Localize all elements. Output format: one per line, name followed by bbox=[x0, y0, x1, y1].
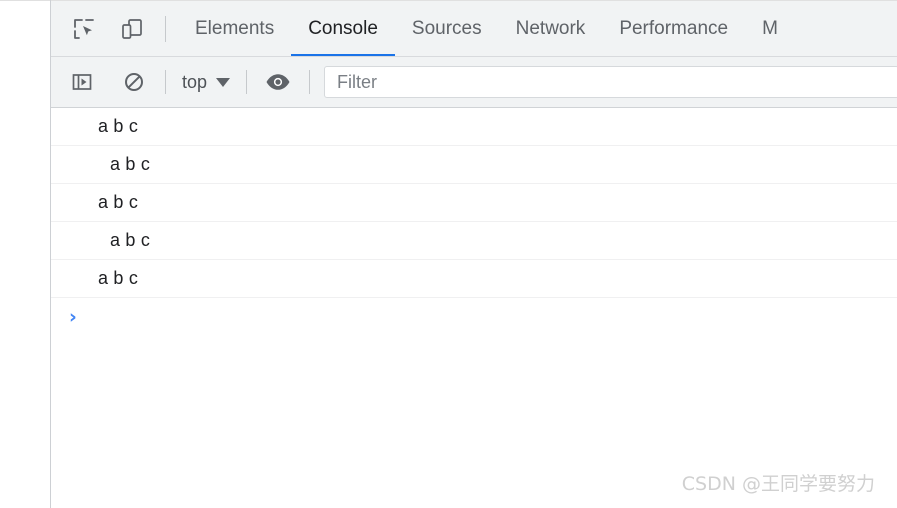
console-message-row[interactable]: a b c bbox=[51, 222, 897, 260]
devtools-panel: Elements Console Sources Network Perform… bbox=[50, 0, 897, 508]
console-message-text: a b c bbox=[110, 154, 151, 174]
console-message-list: a b c a b c a b c a b c a b c › CSDN @王同… bbox=[51, 108, 897, 508]
console-message-text: a b c bbox=[110, 230, 151, 250]
tabbar-divider bbox=[165, 15, 166, 42]
console-message-row[interactable]: a b c bbox=[51, 108, 897, 146]
tab-network[interactable]: Network bbox=[499, 1, 603, 56]
console-prompt[interactable]: › bbox=[51, 298, 897, 336]
tab-sources[interactable]: Sources bbox=[395, 1, 499, 56]
console-message-row[interactable]: a b c bbox=[51, 184, 897, 222]
console-toolbar-divider-3 bbox=[309, 70, 311, 94]
console-toolbar: top Filter bbox=[51, 56, 897, 108]
eye-icon[interactable] bbox=[261, 65, 295, 99]
console-message-row[interactable]: a b c bbox=[51, 146, 897, 184]
watermark: CSDN @王同学要努力 bbox=[681, 473, 875, 495]
console-toolbar-divider-1 bbox=[165, 70, 166, 94]
console-message-row[interactable]: a b c bbox=[51, 260, 897, 298]
execution-context-selector[interactable]: top bbox=[180, 72, 232, 93]
inspect-element-icon[interactable] bbox=[65, 10, 103, 48]
chevron-down-icon bbox=[216, 77, 231, 87]
tab-console[interactable]: Console bbox=[291, 1, 395, 56]
tab-elements[interactable]: Elements bbox=[178, 1, 291, 56]
prompt-chevron-icon: › bbox=[69, 305, 77, 328]
filter-input[interactable]: Filter bbox=[324, 66, 897, 98]
console-toolbar-divider-2 bbox=[246, 70, 248, 94]
devtools-tabbar: Elements Console Sources Network Perform… bbox=[51, 0, 897, 56]
console-message-text: a b c bbox=[98, 116, 139, 136]
console-message-text: a b c bbox=[98, 268, 139, 288]
tab-performance[interactable]: Performance bbox=[602, 1, 745, 56]
console-message-text: a b c bbox=[98, 192, 139, 212]
device-toolbar-icon[interactable] bbox=[113, 10, 151, 48]
console-sidebar-icon[interactable] bbox=[65, 65, 99, 99]
tab-memory[interactable]: M bbox=[745, 1, 795, 56]
clear-console-icon[interactable] bbox=[117, 65, 151, 99]
filter-placeholder: Filter bbox=[337, 71, 378, 92]
devtools-window: Elements Console Sources Network Perform… bbox=[0, 0, 897, 508]
page-left-margin bbox=[0, 0, 50, 508]
execution-context-value: top bbox=[182, 71, 208, 92]
